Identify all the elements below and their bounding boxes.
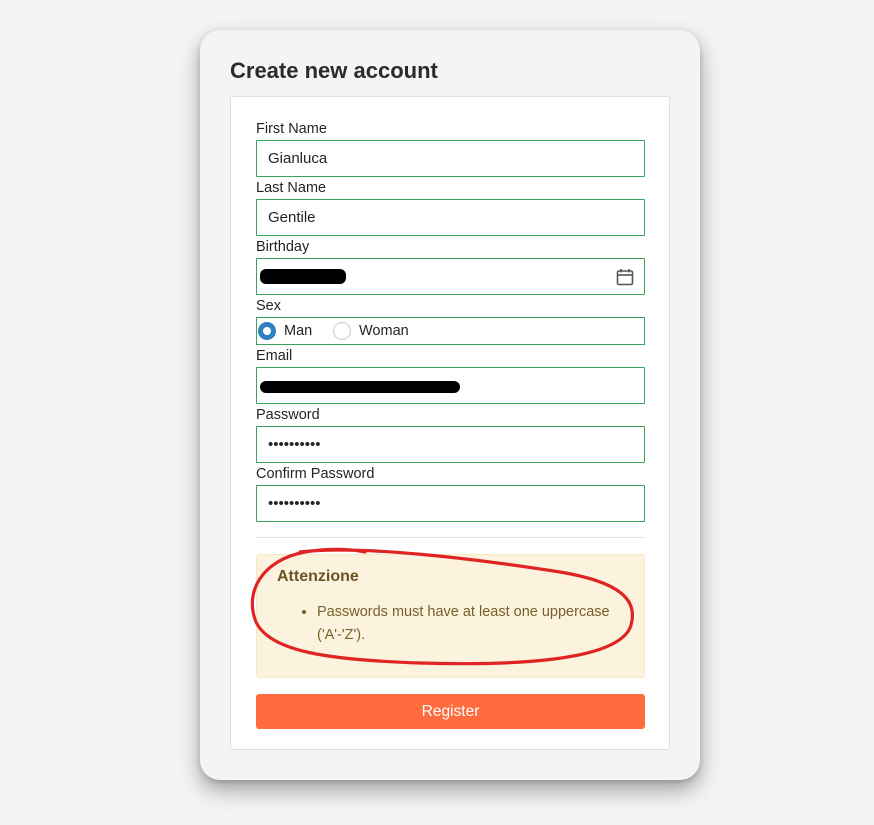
password-label: Password xyxy=(256,407,320,423)
page-title: Create new account xyxy=(230,58,438,83)
radio-man-dot[interactable] xyxy=(258,322,276,340)
first-name-label: First Name xyxy=(256,121,327,137)
last-name-label: Last Name xyxy=(256,180,327,196)
radio-woman[interactable]: Woman xyxy=(333,320,409,342)
email-label: Email xyxy=(256,348,293,364)
radio-man[interactable]: Man xyxy=(258,320,312,342)
register-form: First Name Last Name Birthday Sex Man xyxy=(230,96,670,750)
sex-radio-group: Man Woman xyxy=(256,317,645,345)
calendar-icon[interactable] xyxy=(616,268,634,286)
register-button[interactable]: Register xyxy=(256,694,645,729)
register-card: Create new account First Name Last Name … xyxy=(200,30,700,780)
confirm-password-input[interactable] xyxy=(256,485,645,522)
radio-woman-label: Woman xyxy=(359,323,409,339)
alert-title: Attenzione xyxy=(277,568,359,585)
password-input[interactable] xyxy=(256,426,645,463)
redacted-email xyxy=(260,381,460,393)
alert-message-list: Passwords must have at least one upperca… xyxy=(277,601,637,647)
birthday-input[interactable] xyxy=(256,258,645,295)
form-divider xyxy=(256,537,645,538)
redacted-birthday xyxy=(260,269,346,284)
radio-man-label: Man xyxy=(284,323,313,339)
first-name-input[interactable] xyxy=(256,140,645,177)
confirm-password-label: Confirm Password xyxy=(256,466,375,482)
warning-alert: Attenzione Passwords must have at least … xyxy=(256,554,645,678)
birthday-label: Birthday xyxy=(256,239,310,255)
last-name-input[interactable] xyxy=(256,199,645,236)
radio-woman-dot[interactable] xyxy=(333,322,351,340)
email-input[interactable] xyxy=(256,367,645,404)
sex-label: Sex xyxy=(256,298,281,314)
alert-message: Passwords must have at least one upperca… xyxy=(317,601,637,647)
